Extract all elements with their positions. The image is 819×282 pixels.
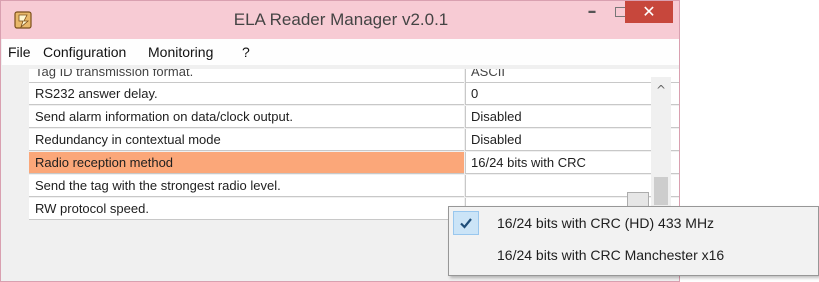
grid-cell-name: Send alarm information on data/clock out… <box>29 106 464 128</box>
dropdown-option-manchester-x16[interactable]: 16/24 bits with CRC Manchester x16 <box>450 241 817 270</box>
menu-configuration[interactable]: Configuration <box>43 44 126 60</box>
radio-method-combo[interactable]: 16/24 bits with CRC <box>465 152 679 174</box>
menu-help[interactable]: ? <box>242 44 250 60</box>
grid-cell-name: Redundancy in contextual mode <box>29 129 464 151</box>
grid-row-strongest-tag[interactable]: Send the tag with the strongest radio le… <box>29 175 679 198</box>
grid-row-alarm-info[interactable]: Send alarm information on data/clock out… <box>29 106 679 129</box>
grid-cell-value[interactable]: 0 <box>465 83 679 105</box>
dropdown-option-label: 16/24 bits with CRC Manchester x16 <box>497 247 725 263</box>
grid-row-redundancy[interactable]: Redundancy in contextual mode Disabled <box>29 129 679 152</box>
grid-row-radio-reception[interactable]: Radio reception method 16/24 bits with C… <box>29 152 679 175</box>
checkmark-icon <box>460 218 472 229</box>
minimize-button[interactable]: – <box>575 1 609 23</box>
grid-cell-name: Send the tag with the strongest radio le… <box>29 175 464 197</box>
grid-cell-value[interactable]: ASCII <box>465 69 679 83</box>
radio-method-dropdown: 16/24 bits with CRC (HD) 433 MHz 16/24 b… <box>448 206 819 276</box>
grid-cell-name: RS232 answer delay. <box>29 83 464 105</box>
close-button[interactable]: ✕ <box>625 1 673 23</box>
title-bar[interactable]: ELA Reader Manager v2.0.1 – ✕ <box>1 1 679 39</box>
dropdown-option-hd-433[interactable]: 16/24 bits with CRC (HD) 433 MHz <box>450 209 817 238</box>
dropdown-option-label: 16/24 bits with CRC (HD) 433 MHz <box>497 215 715 231</box>
grid-cell-name: Tag ID transmission format. <box>29 69 464 83</box>
grid-cell-name: RW protocol speed. <box>29 198 464 220</box>
menu-bar: File Configuration Monitoring ? <box>2 39 679 65</box>
menu-file[interactable]: File <box>8 44 31 60</box>
menu-monitoring[interactable]: Monitoring <box>148 44 213 60</box>
scroll-thumb[interactable] <box>654 177 668 205</box>
grid-cell-value[interactable]: Disabled <box>465 106 679 128</box>
grid-cell-value[interactable]: Disabled <box>465 129 679 151</box>
scroll-up-arrow-icon[interactable]: ^ <box>651 83 671 103</box>
grid-cell-name: Radio reception method <box>29 152 464 174</box>
grid-row-rs232-delay[interactable]: RS232 answer delay. 0 <box>29 83 679 106</box>
